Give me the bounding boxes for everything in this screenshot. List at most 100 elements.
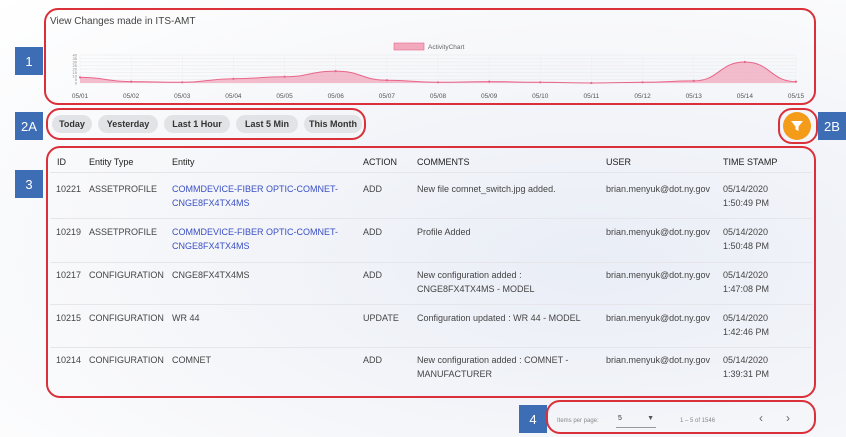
filter-button[interactable] bbox=[783, 112, 811, 140]
filter-last-5-min-button[interactable]: Last 5 Min bbox=[236, 115, 298, 133]
cell-comment: Configuration updated : WR 44 - MODEL bbox=[417, 313, 581, 323]
x-tick-label: 05/01 bbox=[72, 93, 89, 100]
cell-user: brian.menyuk@dot.ny.gov bbox=[606, 270, 711, 280]
cell-entity-type: CONFIGURATION bbox=[89, 355, 164, 365]
cell-action: UPDATE bbox=[363, 313, 399, 323]
x-tick-label: 05/07 bbox=[379, 93, 396, 100]
cell-entity-line2[interactable]: CNGE8FX4TX4MS bbox=[172, 239, 250, 253]
chevron-right-icon[interactable]: › bbox=[786, 411, 790, 425]
filter-this-month-button[interactable]: This Month bbox=[304, 115, 362, 133]
pagination-panel bbox=[546, 400, 816, 434]
cell-entity: WR 44 bbox=[172, 313, 200, 323]
legend-swatch bbox=[393, 42, 425, 51]
data-point bbox=[641, 81, 644, 84]
cell-date: 05/14/2020 bbox=[723, 184, 769, 194]
data-point bbox=[334, 70, 337, 73]
x-tick-label: 05/11 bbox=[584, 93, 600, 100]
cell-time: 1:50:49 PM bbox=[723, 198, 770, 208]
cell-id: 10219 bbox=[56, 227, 82, 237]
cell-comment-line2: MANUFACTURER bbox=[417, 369, 493, 379]
row-divider bbox=[50, 218, 812, 219]
row-divider bbox=[50, 304, 812, 305]
header-time-stamp: TIME STAMP bbox=[723, 157, 778, 167]
data-point bbox=[539, 81, 542, 84]
data-point bbox=[78, 76, 82, 79]
row-divider bbox=[50, 262, 812, 263]
cell-entity[interactable]: COMMDEVICE-FIBER OPTIC-COMNET- bbox=[172, 225, 338, 239]
filter-today-button[interactable]: Today bbox=[52, 115, 92, 133]
cell-date: 05/14/2020 bbox=[723, 270, 769, 280]
range-label: 1 – 5 of 1546 bbox=[680, 418, 716, 424]
chart-title: View Changes made in ITS-AMT bbox=[50, 16, 196, 27]
cell-id: 10214 bbox=[56, 355, 82, 365]
x-tick-label: 05/03 bbox=[174, 93, 191, 100]
cell-date: 05/14/2020 bbox=[723, 355, 769, 365]
cell-comment-line2: CNGE8FX4TX4MS - MODEL bbox=[417, 284, 535, 294]
cell-entity-type: ASSETPROFILE bbox=[89, 184, 158, 194]
header-entity: Entity bbox=[172, 157, 195, 167]
legend-label: ActivityChart bbox=[428, 44, 465, 51]
x-tick-label: 05/12 bbox=[634, 93, 651, 100]
annotation-tag-4: 4 bbox=[519, 405, 547, 433]
cell-user: brian.menyuk@dot.ny.gov bbox=[606, 227, 711, 237]
activity-chart: 403530252015105005/01 05/02 05/03 05/04 05/0… bbox=[72, 42, 805, 100]
data-point bbox=[794, 80, 798, 83]
header-comments: COMMENTS bbox=[417, 157, 470, 167]
header-action: ACTION bbox=[363, 157, 398, 167]
data-point bbox=[232, 77, 235, 80]
data-point bbox=[385, 79, 388, 82]
caret-down-icon: ▼ bbox=[647, 415, 654, 422]
cell-action: ADD bbox=[363, 227, 383, 237]
x-tick-label: 05/13 bbox=[686, 93, 703, 100]
data-point bbox=[488, 80, 491, 83]
cell-entity: CNGE8FX4TX4MS bbox=[172, 270, 250, 280]
cell-entity-line2[interactable]: CNGE8FX4TX4MS bbox=[172, 196, 250, 210]
x-tick-label: 05/08 bbox=[430, 93, 447, 100]
header-divider bbox=[50, 172, 812, 173]
header-entity-type: Entity Type bbox=[89, 157, 134, 167]
cell-comment: New file comnet_switch.jpg added. bbox=[417, 184, 556, 194]
header-id: ID bbox=[57, 157, 66, 167]
x-tick-label: 05/15 bbox=[788, 93, 805, 100]
cell-time: 1:39:31 PM bbox=[723, 369, 770, 379]
x-tick-label: 05/09 bbox=[481, 93, 498, 100]
cell-user: brian.menyuk@dot.ny.gov bbox=[606, 355, 711, 365]
chevron-left-icon[interactable]: ‹ bbox=[759, 411, 763, 425]
items-per-page-label: Items per page: bbox=[557, 418, 599, 424]
filter-yesterday-button[interactable]: Yesterday bbox=[98, 115, 158, 133]
items-per-page-select[interactable]: 5 ▼ bbox=[616, 413, 656, 428]
y-tick-label: 0 bbox=[75, 81, 78, 86]
data-point bbox=[181, 81, 184, 84]
cell-id: 10221 bbox=[56, 184, 82, 194]
x-tick-label: 05/06 bbox=[328, 93, 345, 100]
cell-comment: New configuration added : bbox=[417, 270, 522, 280]
header-user: USER bbox=[606, 157, 632, 167]
x-tick-label: 05/02 bbox=[123, 93, 140, 100]
cell-entity: COMNET bbox=[172, 355, 211, 365]
cell-time: 1:47:08 PM bbox=[723, 284, 770, 294]
row-divider bbox=[50, 347, 812, 348]
filter-last-1-hour-button[interactable]: Last 1 Hour bbox=[164, 115, 230, 133]
cell-time: 1:42:46 PM bbox=[723, 327, 770, 337]
cell-comment: New configuration added : COMNET - bbox=[417, 355, 569, 365]
x-tick-label: 05/10 bbox=[532, 93, 549, 100]
data-point bbox=[130, 80, 133, 83]
cell-date: 05/14/2020 bbox=[723, 313, 769, 323]
x-tick-label: 05/14 bbox=[737, 93, 754, 100]
data-point bbox=[436, 81, 440, 84]
annotation-tag-2a: 2A bbox=[15, 112, 43, 140]
cell-date: 05/14/2020 bbox=[723, 227, 769, 237]
cell-entity[interactable]: COMMDEVICE-FIBER OPTIC-COMNET- bbox=[172, 182, 338, 196]
x-tick-label: 05/05 bbox=[276, 93, 293, 100]
cell-user: brian.menyuk@dot.ny.gov bbox=[606, 184, 711, 194]
annotation-tag-3: 3 bbox=[15, 170, 43, 198]
funnel-icon bbox=[791, 121, 803, 131]
cell-action: ADD bbox=[363, 270, 383, 280]
data-point bbox=[692, 79, 695, 82]
cell-id: 10215 bbox=[56, 313, 82, 323]
data-point bbox=[283, 75, 286, 78]
cell-entity-type: CONFIGURATION bbox=[89, 313, 164, 323]
x-tick-label: 05/04 bbox=[225, 93, 242, 100]
cell-action: ADD bbox=[363, 355, 383, 365]
cell-entity-type: CONFIGURATION bbox=[89, 270, 164, 280]
